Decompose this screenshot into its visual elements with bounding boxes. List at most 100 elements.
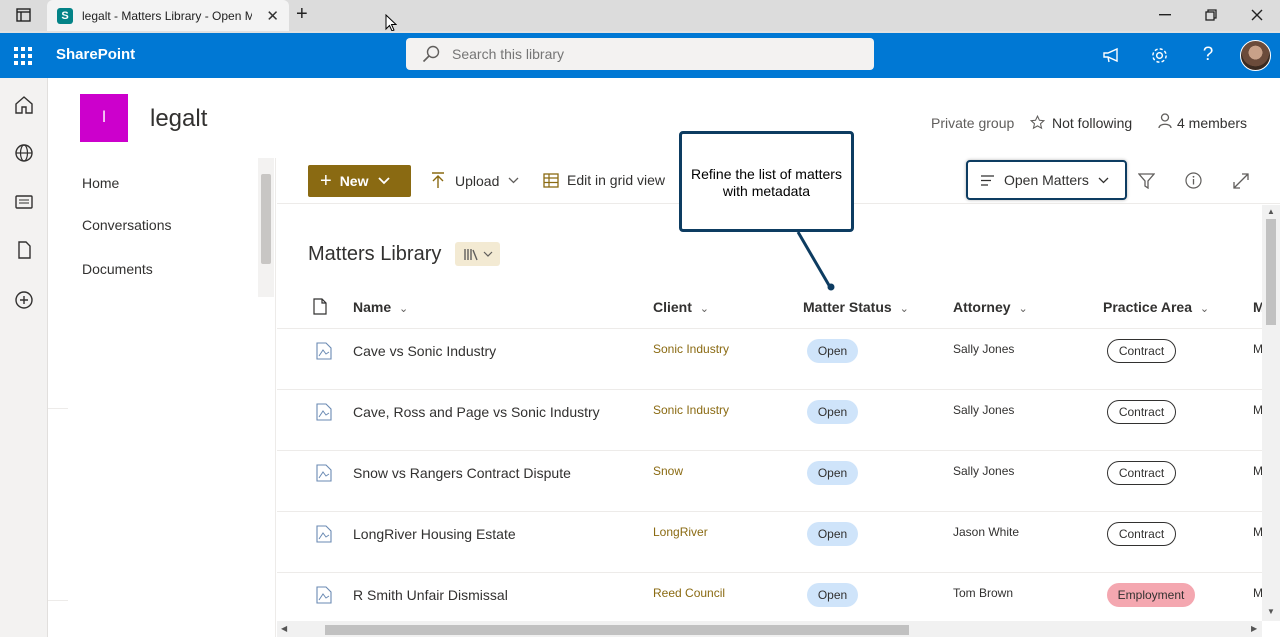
expand-icon[interactable] — [1233, 173, 1249, 189]
status-badge: Open — [807, 339, 858, 363]
row-client: Sonic Industry — [653, 342, 730, 356]
upload-label: Upload — [455, 172, 500, 189]
status-badge: Open — [807, 461, 858, 485]
callout-pointer — [796, 231, 835, 291]
megaphone-icon[interactable] — [1102, 47, 1121, 64]
column-header-name[interactable]: Name ⌄ — [353, 299, 408, 315]
nav-scrollbar-thumb[interactable] — [261, 174, 271, 264]
nav-item-home[interactable]: Home — [82, 175, 119, 191]
browser-tab[interactable]: S legalt - Matters Library - Open M ✕ — [47, 0, 289, 31]
row-name[interactable]: LongRiver Housing Estate — [353, 526, 516, 542]
row-client: Reed Council — [653, 586, 726, 600]
row-attorney: Tom Brown — [953, 586, 1014, 600]
chevron-down-icon — [378, 177, 391, 185]
practice-area-tag: Contract — [1107, 339, 1176, 363]
view-selector[interactable]: Open Matters — [966, 160, 1127, 200]
practice-area-tag: Contract — [1107, 400, 1176, 424]
column-header-attorney[interactable]: Attorney ⌄ — [953, 299, 1028, 315]
filter-icon[interactable] — [1138, 173, 1155, 189]
app-launcher-icon[interactable] — [14, 47, 32, 65]
globe-icon[interactable] — [14, 143, 34, 163]
row-name[interactable]: Cave, Ross and Page vs Sonic Industry — [353, 404, 600, 420]
status-badge: Open — [807, 400, 858, 424]
upload-icon — [432, 172, 444, 188]
tab-title: legalt - Matters Library - Open M — [82, 8, 252, 23]
minimize-icon[interactable] — [1159, 14, 1171, 16]
tab-actions-icon[interactable] — [16, 8, 31, 22]
table-row[interactable]: Cave vs Sonic Industry Sonic Industry Op… — [277, 329, 1263, 390]
help-icon[interactable]: ? — [1197, 44, 1219, 66]
chevron-down-icon: ⌄ — [1018, 303, 1028, 315]
suite-bar: SharePoint ? — [0, 31, 1280, 78]
nav-divider — [48, 408, 68, 409]
table-row[interactable]: R Smith Unfair Dismissal Reed Council Op… — [277, 573, 1263, 621]
info-icon[interactable] — [1185, 172, 1202, 189]
file-type-header-icon[interactable] — [313, 298, 327, 315]
practice-area-tag: Contract — [1107, 461, 1176, 485]
app-rail — [0, 78, 48, 637]
settings-gear-icon[interactable] — [1150, 46, 1169, 65]
upload-button[interactable]: Upload — [431, 172, 519, 189]
restore-icon[interactable] — [1205, 9, 1217, 21]
new-button[interactable]: + New — [308, 165, 411, 197]
table-row[interactable]: Snow vs Rangers Contract Dispute Snow Op… — [277, 451, 1263, 512]
user-avatar[interactable] — [1240, 40, 1271, 71]
practice-area-tag: Contract — [1107, 522, 1176, 546]
row-client: Sonic Industry — [653, 403, 730, 417]
chevron-down-icon: ⌄ — [699, 303, 709, 315]
list-vertical-scrollbar[interactable]: ▲ ▼ — [1262, 205, 1280, 621]
home-icon[interactable] — [14, 95, 34, 115]
news-icon[interactable] — [14, 192, 34, 212]
search-icon — [422, 45, 440, 63]
list-horizontal-scrollbar[interactable]: ◀ ▶ — [277, 621, 1262, 637]
table-row[interactable]: Cave, Ross and Page vs Sonic Industry So… — [277, 390, 1263, 451]
add-circle-icon[interactable] — [14, 290, 34, 310]
scroll-down-arrow-icon[interactable]: ▼ — [1267, 607, 1275, 616]
edit-grid-label: Edit in grid view — [567, 172, 666, 188]
person-icon — [1158, 113, 1172, 129]
new-tab-icon[interactable]: + — [296, 3, 308, 26]
nav-divider — [48, 600, 68, 601]
horizontal-scrollbar-thumb[interactable] — [325, 625, 909, 635]
search-input[interactable] — [452, 46, 852, 62]
nav-item-conversations[interactable]: Conversations — [82, 217, 172, 233]
chevron-down-icon — [508, 177, 519, 184]
star-icon[interactable] — [1030, 115, 1045, 130]
document-icon[interactable] — [14, 240, 34, 260]
sharepoint-brand-link[interactable]: SharePoint — [56, 46, 135, 63]
column-header-status[interactable]: Matter Status ⌄ — [803, 299, 909, 315]
search-box[interactable] — [406, 38, 874, 70]
practice-area-tag: Employment — [1107, 583, 1195, 607]
row-name[interactable]: Cave vs Sonic Industry — [353, 343, 496, 359]
view-list-icon — [981, 174, 994, 186]
tab-close-icon[interactable]: ✕ — [266, 7, 279, 25]
nav-scrollbar[interactable] — [258, 158, 274, 297]
sharepoint-favicon-icon: S — [57, 7, 73, 24]
window-close-icon[interactable] — [1251, 9, 1263, 21]
row-name[interactable]: R Smith Unfair Dismissal — [353, 587, 508, 603]
site-logo[interactable]: l — [80, 94, 128, 142]
document-set-icon — [316, 464, 332, 482]
chevron-down-icon: ⌄ — [1199, 303, 1210, 315]
scroll-left-arrow-icon[interactable]: ◀ — [281, 624, 287, 633]
grid-icon — [543, 172, 559, 188]
table-row[interactable]: LongRiver Housing Estate LongRiver Open … — [277, 512, 1263, 573]
edit-grid-button[interactable]: Edit in grid view — [543, 172, 665, 188]
view-selector-label: Open Matters — [1004, 172, 1089, 188]
site-title[interactable]: legalt — [150, 105, 207, 133]
row-name[interactable]: Snow vs Rangers Contract Dispute — [353, 465, 571, 481]
follow-button[interactable]: Not following — [1052, 115, 1132, 131]
members-button[interactable]: 4 members — [1177, 115, 1247, 131]
library-books-icon — [463, 248, 478, 260]
scroll-right-arrow-icon[interactable]: ▶ — [1251, 624, 1257, 633]
status-badge: Open — [807, 583, 858, 607]
column-header-client[interactable]: Client ⌄ — [653, 299, 709, 315]
nav-item-documents[interactable]: Documents — [82, 261, 153, 277]
library-view-badge[interactable] — [455, 242, 500, 266]
scroll-up-arrow-icon[interactable]: ▲ — [1267, 207, 1275, 216]
vertical-scrollbar-thumb[interactable] — [1266, 219, 1276, 325]
browser-tabstrip: S legalt - Matters Library - Open M ✕ + — [0, 0, 1280, 32]
column-header-practice-area[interactable]: Practice Area ⌄ — [1103, 299, 1209, 315]
chevron-down-icon — [1098, 177, 1109, 183]
new-button-label: New — [339, 173, 369, 189]
